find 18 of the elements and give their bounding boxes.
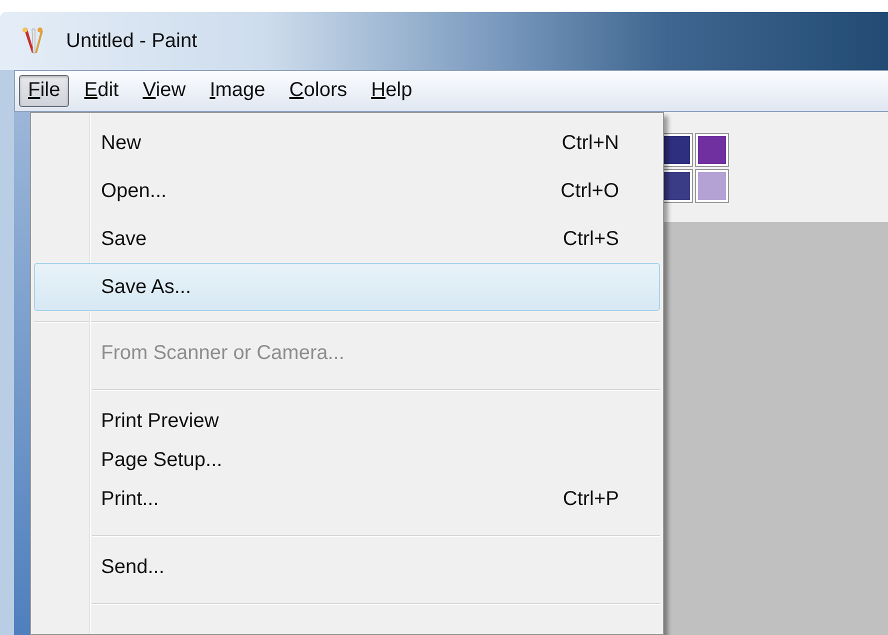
menu-item[interactable]: File [19,75,70,107]
menu-item[interactable]: Edit [75,75,128,107]
menu-option[interactable]: New Ctrl+N [34,119,660,167]
menu-option[interactable]: Print Preview [92,402,660,441]
menu-option[interactable]: Open... Ctrl+O [34,167,660,215]
menu-item[interactable]: View [134,75,195,107]
paintbrush-icon [20,27,44,55]
color-swatch[interactable] [696,170,728,202]
menu-option[interactable]: Send... [92,548,660,587]
menu-item[interactable]: Image [200,75,274,107]
menu-option[interactable]: Print... Ctrl+P [92,480,660,519]
menu-option[interactable]: Save Ctrl+S [34,215,660,263]
color-swatch[interactable] [696,134,728,166]
menu-item[interactable]: Colors [280,75,356,107]
window-title: Untitled - Paint [66,30,198,52]
menu-item[interactable]: Help [362,75,422,107]
menu-option[interactable]: Save As... [34,263,660,311]
menu-option[interactable]: Page Setup... [92,441,660,480]
